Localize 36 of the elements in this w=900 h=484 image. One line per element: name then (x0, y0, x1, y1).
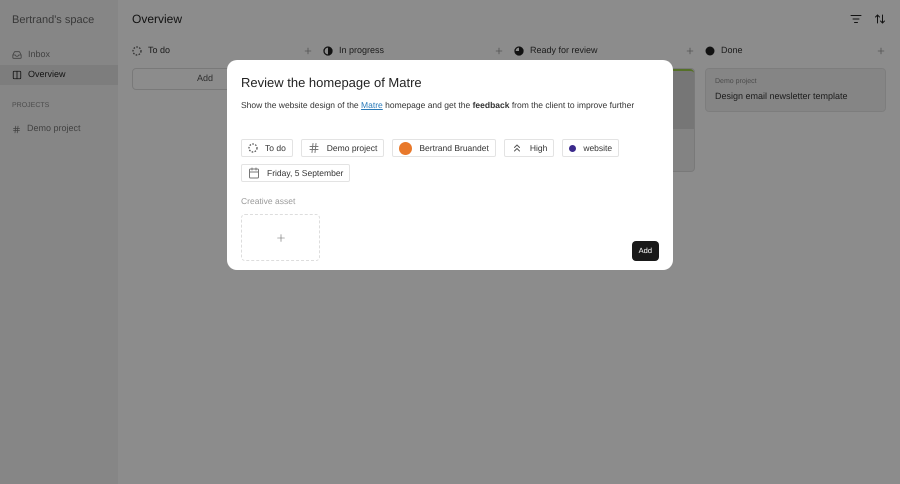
filter-icon[interactable] (850, 13, 862, 25)
dashed-circle-icon (248, 143, 258, 154)
column-title: Done (721, 44, 743, 58)
three-quarter-circle-icon (514, 46, 524, 56)
card-title: Design email newsletter template (715, 90, 849, 103)
dashed-circle-icon (132, 46, 142, 56)
asset-label: Creative asset (241, 195, 296, 208)
task-description: Show the website design of the Matre homepage and get the feedback from the client to improve further (241, 98, 636, 112)
add-icon[interactable] (303, 46, 313, 56)
workspace-name: Bertrand's space (11, 13, 96, 28)
filled-circle-icon (705, 46, 715, 56)
property-chip[interactable]: website (562, 139, 620, 158)
property-chip[interactable]: Bertrand Bruandet (392, 139, 496, 158)
avatar-icon (399, 142, 412, 155)
sidebar-item[interactable]: Overview (0, 64, 118, 84)
plus-icon (274, 232, 286, 244)
column-title: To do (148, 44, 170, 58)
column-title: Ready for review (530, 44, 598, 58)
add-icon[interactable] (685, 46, 695, 56)
calendar-icon (248, 167, 260, 180)
board-icon (12, 70, 22, 80)
hash-icon (308, 142, 320, 154)
add-icon[interactable] (494, 46, 504, 56)
column-title: In progress (339, 44, 384, 58)
sort-icon[interactable] (874, 13, 886, 25)
add-icon[interactable] (876, 46, 886, 56)
property-chip[interactable]: Demo project (300, 139, 384, 158)
property-chip[interactable]: To do (241, 139, 293, 158)
page-title: Overview (132, 11, 182, 28)
half-circle-icon (323, 46, 333, 56)
hash-icon (12, 124, 21, 134)
link[interactable]: Matre (361, 100, 383, 110)
upload-area[interactable] (241, 214, 320, 261)
property-chip[interactable]: High (504, 139, 554, 158)
property-chip[interactable]: Friday, 5 September (241, 164, 350, 182)
inbox-icon (12, 50, 22, 60)
